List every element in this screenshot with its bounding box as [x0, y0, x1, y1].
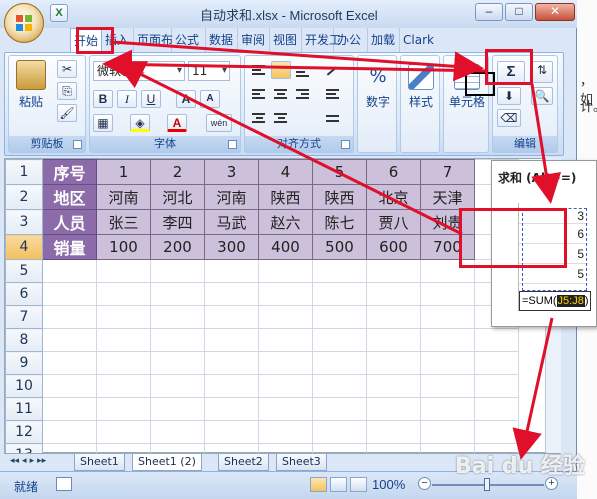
- arrow-autosum-to-tooltip: [530, 83, 562, 204]
- arrow-formula-down: [512, 317, 554, 460]
- annotation-arrows: [102, 40, 562, 460]
- watermark: Bai du 经验: [455, 454, 585, 479]
- arrow-cell-to-home: [114, 61, 463, 236]
